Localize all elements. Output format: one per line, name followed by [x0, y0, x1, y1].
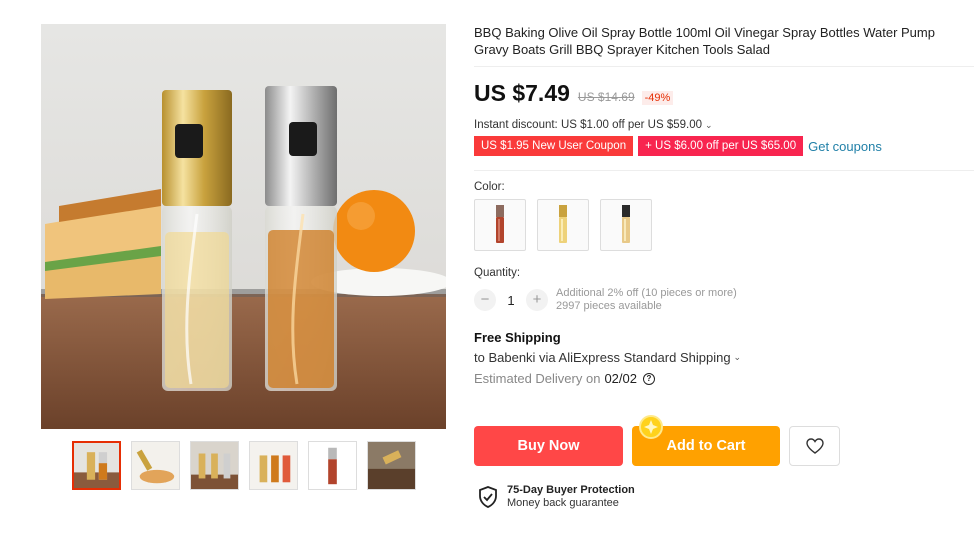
coupon-row: US $1.95 New User Coupon + US $6.00 off …: [474, 136, 974, 156]
thumbnail-4[interactable]: [249, 441, 298, 490]
price-row: US $7.49 US $14.69 -49%: [474, 80, 974, 107]
buyer-protection: 75-Day Buyer Protection Money back guara…: [478, 484, 635, 509]
buy-now-button[interactable]: Buy Now: [474, 426, 623, 466]
estimated-delivery: Estimated Delivery on 02/02 ?: [474, 371, 974, 386]
bottle-icon: [622, 205, 630, 243]
protection-subtitle: Money back guarantee: [507, 497, 619, 509]
instant-discount[interactable]: Instant discount: US $1.00 off per US $5…: [474, 119, 974, 131]
quantity-input[interactable]: 1: [496, 293, 526, 308]
color-label: Color:: [474, 181, 505, 193]
protection-text: 75-Day Buyer Protection Money back guara…: [507, 484, 635, 509]
thumbnail-2[interactable]: [131, 441, 180, 490]
instant-discount-text: Instant discount: US $1.00 off per US $5…: [474, 119, 703, 131]
chevron-down-icon: ⌄: [733, 352, 742, 362]
add-to-cart-label: Add to Cart: [666, 438, 746, 454]
color-swatches: [474, 199, 974, 251]
main-product-image[interactable]: [41, 24, 446, 429]
delivery-date: 02/02: [604, 371, 637, 386]
get-coupons-link[interactable]: Get coupons: [808, 139, 882, 154]
divider: [474, 66, 974, 67]
product-title: BBQ Baking Olive Oil Spray Bottle 100ml …: [474, 25, 935, 57]
product-photo: [41, 24, 446, 429]
quantity-stepper: − 1 + Additional 2% off (10 pieces or mo…: [474, 287, 974, 313]
question-icon[interactable]: ?: [643, 372, 655, 385]
stock-text: 2997 pieces available: [556, 300, 662, 312]
shipping-title: Free Shipping: [474, 330, 561, 345]
discount-badge: -49%: [641, 91, 674, 105]
protection-title: 75-Day Buyer Protection: [507, 484, 635, 496]
shipping-method[interactable]: to Babenki via AliExpress Standard Shipp…: [474, 350, 974, 365]
new-user-coupon[interactable]: US $1.95 New User Coupon: [474, 136, 634, 156]
thumbnail-6[interactable]: [367, 441, 416, 490]
thumbnail-strip: [72, 441, 416, 490]
swatch-black-bottle[interactable]: [600, 199, 652, 251]
current-price: US $7.49: [474, 80, 570, 106]
delivery-label: Estimated Delivery on: [474, 371, 601, 386]
coin-icon: [639, 415, 663, 439]
swatch-red-bottle[interactable]: [474, 199, 526, 251]
thumbnail-3[interactable]: [190, 441, 239, 490]
swatch-gold-bottle[interactable]: [537, 199, 589, 251]
shipping-method-text: to Babenki via AliExpress Standard Shipp…: [474, 350, 731, 365]
decrease-button[interactable]: −: [474, 289, 496, 311]
product-info: BBQ Baking Olive Oil Spray Bottle 100ml …: [474, 24, 974, 386]
shield-check-icon: [479, 485, 497, 508]
quantity-label: Quantity:: [474, 267, 521, 279]
increase-button[interactable]: +: [526, 289, 548, 311]
wishlist-button[interactable]: [789, 426, 840, 466]
original-price: US $14.69: [577, 90, 635, 104]
store-coupon[interactable]: + US $6.00 off per US $65.00: [638, 136, 804, 156]
thumbnail-5[interactable]: [308, 441, 357, 490]
bulk-discount-text: Additional 2% off (10 pieces or more): [556, 287, 737, 299]
heart-icon: [805, 438, 824, 454]
divider: [474, 170, 974, 171]
quantity-note: Additional 2% off (10 pieces or more) 29…: [556, 287, 737, 313]
action-buttons: Buy Now Add to Cart: [474, 415, 840, 466]
add-to-cart-button[interactable]: Add to Cart: [632, 415, 780, 466]
chevron-down-icon: ⌄: [705, 119, 713, 130]
bottle-icon: [496, 205, 504, 243]
thumbnail-1[interactable]: [72, 441, 121, 490]
bottle-icon: [559, 205, 567, 243]
